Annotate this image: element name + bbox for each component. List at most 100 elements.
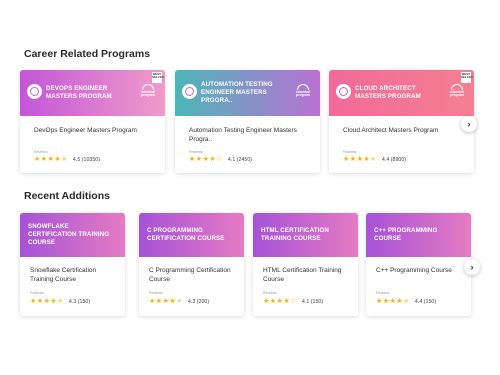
carousel-next-button[interactable]: ›	[464, 259, 480, 275]
course-banner[interactable]: C++ PROGRAMMING COURSE	[366, 213, 471, 257]
star-rating: ★ ★ ★ ★ ☆	[263, 298, 297, 305]
star-icon: ★	[389, 298, 396, 305]
banner-title: HTML CERTIFICATION TRAINING COURSE	[261, 226, 329, 242]
course-card[interactable]: SNOWFLAKE CERTIFICATION TRAINING COURSE S…	[20, 213, 125, 316]
star-icon: ★	[54, 156, 61, 163]
star-icon: ★	[343, 156, 350, 163]
rating-row: ★ ★ ★ ★ ★ 4.5 (10350)	[34, 156, 100, 163]
star-icon: ★	[40, 156, 48, 163]
course-name[interactable]: DevOps Engineer Masters Program	[34, 126, 156, 135]
rating-label: Reviews	[34, 150, 48, 154]
course-name[interactable]: Cloud Architect Masters Program	[343, 126, 465, 135]
rating-row: ★ ★ ★ ★ ★ 4.3 (200)	[149, 298, 209, 305]
star-icon: ★	[363, 156, 370, 163]
program-badge-icon: edureka! program	[448, 84, 466, 99]
course-card[interactable]: edureka! program BEST SELLER CLOUD ARCHITE…	[329, 70, 474, 173]
course-card[interactable]: C++ PROGRAMMING COURSE C++ Programming Co…	[366, 213, 471, 316]
star-icon: ★	[189, 156, 196, 163]
course-banner[interactable]: edureka! program AUTOMATION TESTING ENGIN…	[175, 70, 320, 116]
star-icon: ★	[36, 298, 44, 305]
rating-row: ★ ★ ★ ★ ☆ 4.1 (2450)	[189, 156, 252, 163]
rating-label: Reviews	[376, 291, 390, 295]
star-icon: ★	[169, 298, 176, 305]
course-banner[interactable]: C PROGRAMMING CERTIFICATION COURSE	[139, 213, 244, 257]
star-icon: ★	[283, 298, 290, 305]
star-rating: ★ ★ ★ ★ ★	[343, 156, 377, 163]
course-banner[interactable]: edureka! program BEST SELLER CLOUD ARCHITE…	[329, 70, 474, 116]
course-banner[interactable]: HTML CERTIFICATION TRAINING COURSE	[253, 213, 358, 257]
course-name[interactable]: C++ Programming Course	[376, 266, 466, 275]
best-seller-tag: BEST SELLER	[461, 72, 473, 83]
chevron-right-icon: ›	[467, 118, 471, 129]
star-icon: ★	[43, 298, 50, 305]
course-name[interactable]: Snowflake Certification Training Course	[30, 266, 120, 284]
star-icon: ★	[202, 156, 209, 163]
star-icon: ★	[209, 156, 216, 163]
badge-text: edureka! program	[140, 90, 156, 98]
rating-value: 4.1 (150)	[301, 298, 324, 305]
carousel-next-button[interactable]: ›	[461, 116, 477, 132]
star-rating: ★ ★ ★ ★ ★	[376, 298, 410, 305]
program-logo-icon	[27, 84, 42, 99]
star-icon: ☆	[216, 156, 223, 163]
course-banner[interactable]: SNOWFLAKE CERTIFICATION TRAINING COURSE	[20, 213, 125, 257]
star-icon: ★	[57, 298, 64, 305]
rating-row: ★ ★ ★ ★ ★ 4.4 (150)	[376, 298, 436, 305]
rating-row: ★ ★ ★ ★ ☆ 4.1 (150)	[263, 298, 323, 305]
program-logo-icon	[182, 84, 197, 99]
course-name[interactable]: HTML Certification Training Course	[263, 266, 353, 284]
course-card[interactable]: edureka! program AUTOMATION TESTING ENGIN…	[175, 70, 320, 173]
rating-label: Reviews	[263, 291, 277, 295]
rating-label: Reviews	[189, 150, 203, 154]
star-rating: ★ ★ ★ ★ ★	[149, 298, 183, 305]
star-icon: ★	[155, 298, 163, 305]
star-icon: ★	[149, 298, 156, 305]
rating-value: 4.3 (150)	[68, 298, 91, 305]
star-icon: ★	[382, 298, 390, 305]
rating-value: 4.3 (200)	[187, 298, 210, 305]
star-icon: ★	[269, 298, 277, 305]
chevron-right-icon: ›	[470, 261, 474, 272]
rating-row: ★ ★ ★ ★ ★ 4.3 (150)	[30, 298, 90, 305]
course-name[interactable]: Automation Testing Engineer Masters Prog…	[189, 126, 311, 144]
rating-label: Reviews	[149, 291, 163, 295]
rating-label: Reviews	[343, 150, 357, 154]
star-icon: ★	[176, 298, 183, 305]
star-rating: ★ ★ ★ ★ ☆	[189, 156, 223, 163]
star-icon: ★	[403, 298, 410, 305]
rating-value: 4.4 (8900)	[381, 156, 407, 163]
program-badge-icon: edureka! program	[139, 84, 157, 99]
program-badge-icon: edureka! program	[294, 84, 312, 99]
rating-value: 4.5 (10350)	[72, 156, 100, 163]
star-icon: ★	[276, 298, 283, 305]
star-icon: ★	[47, 156, 54, 163]
star-icon: ★	[396, 298, 403, 305]
star-icon: ★	[376, 298, 383, 305]
star-icon: ★	[356, 156, 363, 163]
star-icon: ★	[370, 156, 377, 163]
star-icon: ★	[61, 156, 68, 163]
star-icon: ★	[195, 156, 203, 163]
rating-label: Reviews	[30, 291, 44, 295]
rating-value: 4.1 (2450)	[227, 156, 253, 163]
rating-row: ★ ★ ★ ★ ★ 4.4 (8900)	[343, 156, 406, 163]
course-banner[interactable]: edureka! program BEST SELLER DEVOPS ENGINE…	[20, 70, 165, 116]
star-rating: ★ ★ ★ ★ ★	[34, 156, 68, 163]
star-icon: ★	[34, 156, 41, 163]
star-icon: ★	[349, 156, 357, 163]
star-rating: ★ ★ ★ ★ ★	[30, 298, 64, 305]
banner-title: SNOWFLAKE CERTIFICATION TRAINING COURSE	[28, 222, 110, 247]
star-icon: ☆	[290, 298, 297, 305]
badge-text: edureka! program	[295, 90, 311, 98]
rating-value: 4.4 (150)	[414, 298, 437, 305]
banner-title: C PROGRAMMING CERTIFICATION COURSE	[147, 226, 225, 242]
star-icon: ★	[162, 298, 169, 305]
best-seller-tag: BEST SELLER	[152, 72, 164, 83]
course-name[interactable]: C Programming Certification Course	[149, 266, 239, 284]
course-card[interactable]: edureka! program BEST SELLER DEVOPS ENGINE…	[20, 70, 165, 173]
badge-text: edureka! program	[449, 90, 465, 98]
section-title-recent-additions: Recent Additions	[24, 190, 110, 202]
course-card[interactable]: HTML CERTIFICATION TRAINING COURSE HTML C…	[253, 213, 358, 316]
banner-title: C++ PROGRAMMING COURSE	[374, 226, 438, 242]
course-card[interactable]: C PROGRAMMING CERTIFICATION COURSE C Prog…	[139, 213, 244, 316]
